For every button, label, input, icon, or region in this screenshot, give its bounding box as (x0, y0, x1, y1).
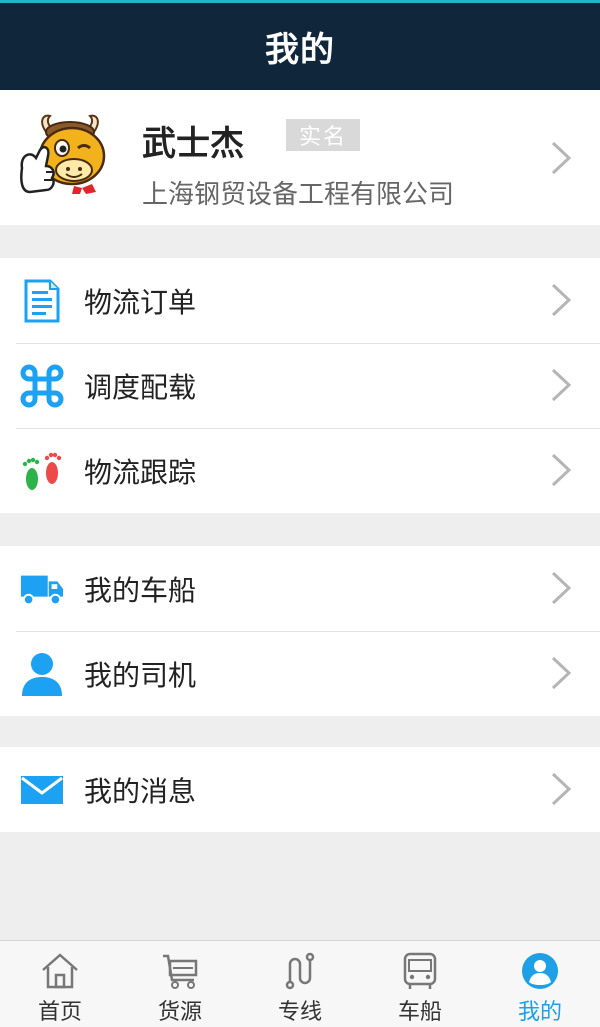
company-name: 上海钢贸设备工程有限公司 (142, 180, 455, 210)
menu-item-label: 我的消息 (84, 774, 197, 808)
menu-item-label: 物流订单 (84, 285, 197, 319)
menu-group-vehicles: 我的车船 我的司机 (0, 546, 600, 716)
tab-home[interactable]: 首页 (0, 941, 120, 1027)
truck-icon (20, 567, 64, 611)
home-icon (39, 950, 81, 992)
profile-card[interactable]: 武士杰 实名 上海钢贸设备工程有限公司 (0, 90, 600, 225)
menu-item-dispatch-loading[interactable]: 调度配载 (0, 343, 600, 428)
chevron-right-icon (550, 140, 572, 176)
tab-cargo[interactable]: 货源 (120, 941, 240, 1027)
menu-item-my-drivers[interactable]: 我的司机 (0, 631, 600, 716)
envelope-icon (20, 768, 64, 812)
tab-label: 我的 (517, 1000, 562, 1025)
menu-item-logistics-orders[interactable]: 物流订单 (0, 258, 600, 343)
menu-item-label: 物流跟踪 (84, 455, 197, 489)
chevron-right-icon (550, 570, 572, 606)
menu-item-label: 我的司机 (84, 658, 197, 692)
tab-routes[interactable]: 专线 (240, 941, 360, 1027)
tab-label: 车船 (397, 1000, 442, 1025)
avatar[interactable] (16, 110, 116, 206)
menu-item-logistics-tracking[interactable]: 物流跟踪 (0, 428, 600, 513)
menu-item-label: 调度配载 (84, 370, 197, 404)
user-circle-icon (519, 950, 561, 992)
tab-label: 专线 (277, 1000, 322, 1025)
chevron-right-icon (550, 282, 572, 318)
tab-label: 货源 (157, 1000, 202, 1025)
bus-icon (399, 950, 441, 992)
document-icon (20, 279, 64, 323)
chevron-right-icon (550, 452, 572, 488)
tab-mine[interactable]: 我的 (480, 941, 600, 1027)
app-root: 我的 武士杰 实名 上海钢贸设备工程有限公司 物流订单 调度配载 物流跟踪 我的… (0, 0, 600, 1027)
page-title: 我的 (265, 30, 335, 70)
bottom-tab-bar: 首页 货源 专线 车船 我的 (0, 940, 600, 1027)
user-name: 武士杰 (142, 124, 244, 164)
chevron-right-icon (550, 771, 572, 807)
footprints-icon (20, 449, 64, 493)
cow-mascot-icon (20, 114, 106, 194)
verified-badge: 实名 (286, 119, 360, 151)
cart-icon (159, 950, 201, 992)
person-icon (20, 652, 64, 696)
menu-group-orders: 物流订单 调度配载 物流跟踪 (0, 258, 600, 513)
menu-item-my-vehicles[interactable]: 我的车船 (0, 546, 600, 631)
chevron-right-icon (550, 367, 572, 403)
tab-vehicles[interactable]: 车船 (360, 941, 480, 1027)
chevron-right-icon (550, 655, 572, 691)
menu-item-my-messages[interactable]: 我的消息 (0, 747, 600, 832)
tab-label: 首页 (37, 1000, 82, 1025)
top-nav-bar: 我的 (0, 0, 600, 90)
command-icon (20, 364, 64, 408)
route-icon (279, 950, 321, 992)
menu-group-messages: 我的消息 (0, 747, 600, 832)
menu-item-label: 我的车船 (84, 573, 197, 607)
